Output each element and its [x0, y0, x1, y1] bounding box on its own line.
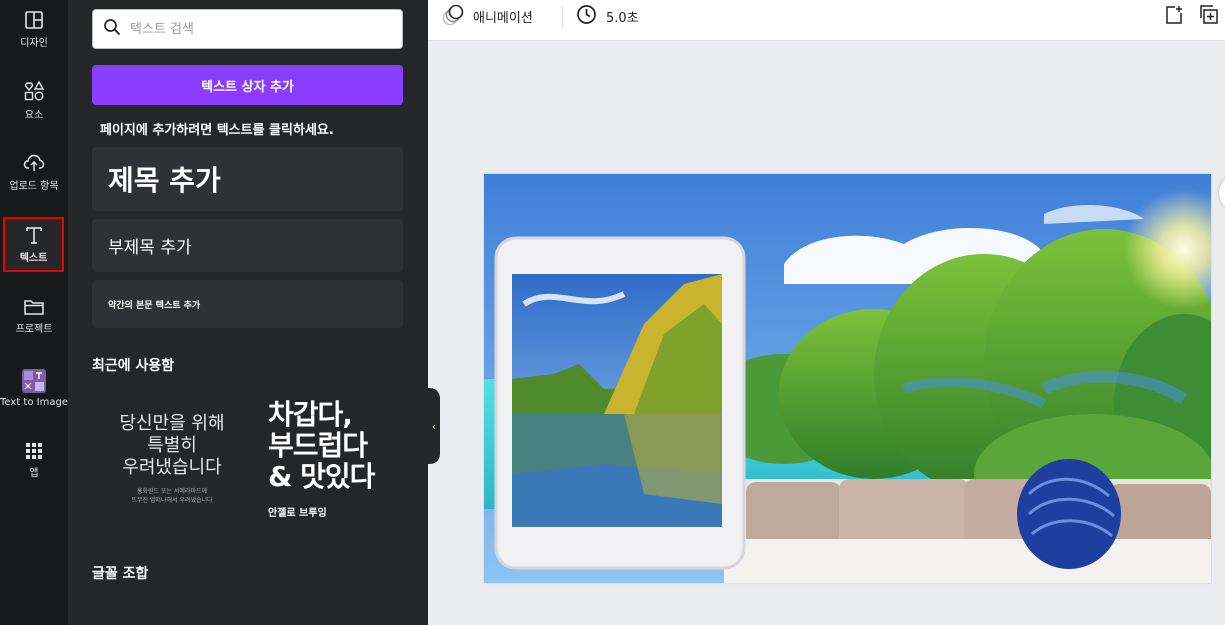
rail-label-elements: 요소: [24, 109, 44, 121]
rail-item-uploads[interactable]: 업로드 항목: [0, 140, 68, 204]
recent-text-item[interactable]: 차갑다, 부드럽다 & 맛있다 안젤로 브루잉: [268, 393, 403, 523]
toolbar-divider: [562, 6, 563, 28]
rail-label-text: 텍스트: [19, 253, 48, 264]
body-text-label: 약간의 본문 텍스트 추가: [108, 300, 201, 311]
search-icon: [103, 18, 121, 40]
recent-text-line: 특별히: [147, 435, 197, 456]
rail-item-text[interactable]: 텍스트: [3, 217, 64, 272]
layout-icon: [24, 10, 44, 30]
rail-item-design[interactable]: 디자인: [0, 0, 68, 58]
animation-label: 애니메이션: [473, 11, 533, 26]
add-heading-button[interactable]: 제목 추가: [92, 147, 403, 211]
recent-text-line: 우려냈습니다: [122, 457, 222, 478]
duplicate-page-button[interactable]: [1198, 0, 1219, 33]
recent-text-line: 부드럽다: [268, 429, 368, 462]
rail-label-projects: 프로젝트: [15, 323, 53, 335]
rail-item-apps[interactable]: 앱: [0, 428, 68, 492]
duplicate-icon: [1198, 4, 1219, 29]
recent-text-line: 당신만을 위해: [119, 413, 225, 434]
chevron-left-icon: ‹: [431, 419, 437, 433]
add-page-icon: [1164, 5, 1184, 29]
left-rail: 디자인 요소 업로드 항목 텍스트 프로젝트 Text to Image 앱: [0, 0, 68, 625]
recent-caption-line: 뜨무진 엽떠나해서 우려냈습니다: [131, 497, 213, 504]
text-panel: 텍스트 상자 추가 페이지에 추가하려면 텍스트를 클릭하세요. 제목 추가 부…: [68, 0, 428, 625]
text-icon: [24, 225, 44, 245]
add-page-button[interactable]: [1164, 0, 1184, 33]
recent-text-heading: 차갑다, 부드럽다 & 맛있다: [268, 399, 403, 492]
design-canvas[interactable]: [484, 174, 1211, 583]
canvas-side-button[interactable]: [1219, 175, 1225, 211]
rail-label-text-to-image: Text to Image: [0, 396, 68, 408]
folder-icon: [23, 298, 45, 316]
add-textbox-button[interactable]: 텍스트 상자 추가: [92, 65, 403, 105]
rail-item-projects[interactable]: 프로젝트: [0, 284, 68, 348]
font-combo-section-title: 글꼴 조합: [92, 566, 149, 582]
rail-item-text-to-image[interactable]: Text to Image: [0, 356, 68, 420]
search-input[interactable]: [130, 21, 390, 37]
add-body-text-button[interactable]: 약간의 본문 텍스트 추가: [92, 280, 403, 328]
animation-icon: [442, 4, 464, 30]
rail-label-apps: 앱: [29, 467, 39, 479]
upload-cloud-icon: [23, 153, 45, 173]
duration-button[interactable]: 5.0초: [576, 0, 639, 33]
heading-label: 제목 추가: [108, 164, 221, 197]
apps-grid-icon: [25, 442, 43, 460]
clock-icon: [576, 4, 597, 29]
recent-text-heading: 당신만을 위해 특별히 우려냈습니다: [92, 413, 252, 479]
collapse-panel-button[interactable]: ‹: [428, 388, 440, 464]
recent-caption-line: 홍화원드 또는 서예라마드께: [136, 488, 208, 495]
subheading-label: 부제목 추가: [108, 238, 192, 258]
duration-label: 5.0초: [606, 11, 639, 26]
animation-button[interactable]: 애니메이션: [442, 0, 533, 33]
recent-text-item[interactable]: 당신만을 위해 특별히 우려냈습니다 홍화원드 또는 서예라마드께 뜨무진 엽떠…: [92, 393, 252, 519]
rail-label-design: 디자인: [20, 37, 48, 49]
recent-text-line: 차갑다,: [268, 398, 353, 431]
search-box[interactable]: [92, 9, 403, 49]
recent-text-caption: 안젤로 브루잉: [268, 508, 327, 519]
recent-text-caption: 홍화원드 또는 서예라마드께 뜨무진 엽떠나해서 우려냈습니다: [92, 487, 252, 505]
elements-icon: [23, 80, 45, 102]
canvas-image: [484, 174, 1211, 583]
editor-toolbar: 애니메이션 5.0초: [428, 0, 1225, 41]
recent-text-line: & 맛있다: [268, 460, 375, 493]
panel-hint: 페이지에 추가하려면 텍스트를 클릭하세요.: [100, 123, 334, 138]
add-subheading-button[interactable]: 부제목 추가: [92, 219, 403, 272]
rail-label-uploads: 업로드 항목: [9, 180, 59, 192]
recent-section-title: 최근에 사용함: [92, 358, 175, 374]
text-to-image-icon: [22, 368, 46, 393]
rail-item-elements[interactable]: 요소: [0, 68, 68, 132]
